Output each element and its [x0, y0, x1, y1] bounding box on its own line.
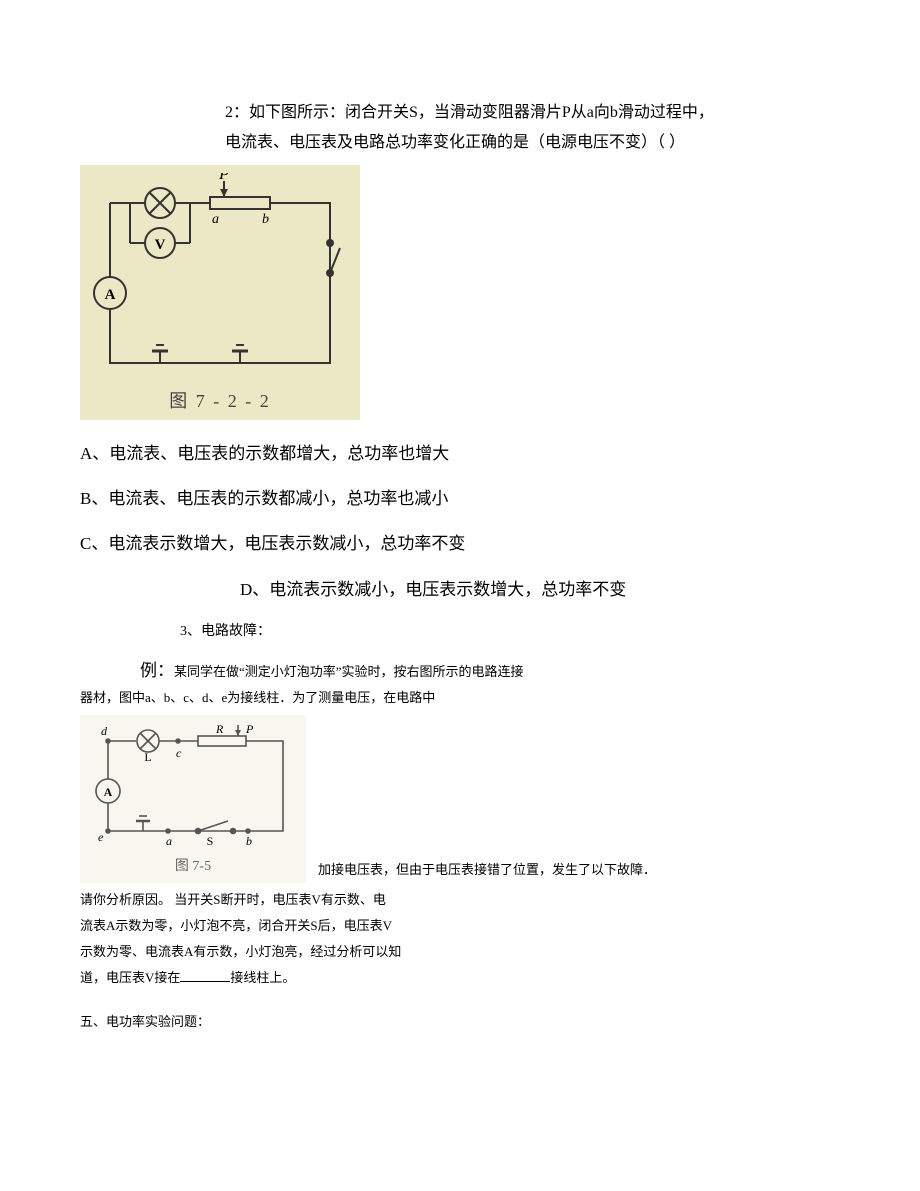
figure-7-5-caption: 图 7-5 [88, 853, 298, 881]
label-P: P [218, 173, 229, 183]
label-V: V [155, 237, 166, 253]
question-3-heading: 3、电路故障： [180, 621, 840, 643]
fill-blank [180, 967, 230, 982]
option-A: A、电流表、电压表的示数都增大，总功率也增大 [80, 440, 840, 467]
example-line1: 某同学在做“测定小灯泡功率”实验时，按右图所示的电路连接 [174, 664, 524, 679]
label-S: S [207, 834, 214, 848]
q3-line-2: 示数为零、电流表A有示数，小灯泡亮，经过分析可以知 [80, 939, 840, 965]
question-3-example: 例：某同学在做“测定小灯泡功率”实验时，按右图所示的电路连接 [140, 657, 840, 685]
label-P2: P [245, 722, 254, 736]
label-R: R [215, 722, 224, 736]
after-figure-text: 加接电压表，但由于电压表接错了位置，发生了以下故障． [318, 857, 656, 883]
figure-7-2-2-caption: 图 7 - 2 - 2 [90, 387, 350, 416]
label-A: A [105, 287, 116, 303]
label-A2: A [104, 785, 113, 799]
q3-line-1: 流表A示数为零，小灯泡不亮，闭合开关S后，电压表V [80, 913, 840, 939]
label-b2: b [246, 834, 252, 848]
label-b: b [262, 212, 269, 227]
label-d: d [101, 724, 108, 738]
question-2-options: A、电流表、电压表的示数都增大，总功率也增大 B、电流表、电压表的示数都减小，总… [80, 440, 840, 603]
q3-line-0: 请你分析原因。 当开关S断开时，电压表V有示数、电 [80, 887, 840, 913]
option-C: C、电流表示数增大，电压表示数减小，总功率不变 [80, 530, 840, 557]
option-D: D、电流表示数减小，电压表示数增大，总功率不变 [80, 576, 840, 603]
section-5-heading: 五、电功率实验问题： [80, 1009, 840, 1035]
example-label: 例： [140, 661, 174, 680]
question-2-stem: 2：如下图所示：闭合开关S，当滑动变阻器滑片P从a向b滑动过程中， 电流表、电压… [225, 100, 840, 155]
label-e: e [98, 830, 104, 844]
question-3-body: 器材，图中a、b、c、d、e为接线柱．为了测量电压，在电路中 [80, 685, 840, 1035]
q2-line2: 电流表、电压表及电路总功率变化正确的是（电源电压不变）（ ） [225, 130, 840, 156]
example-line2: 器材，图中a、b、c、d、e为接线柱．为了测量电压，在电路中 [80, 685, 840, 711]
q3-line-3: 道，电压表V接在接线柱上。 [80, 965, 840, 991]
label-c: c [176, 746, 182, 760]
label-L: L [144, 750, 151, 764]
label-a2: a [166, 834, 172, 848]
label-a: a [212, 212, 219, 227]
q2-line1: 2：如下图所示：闭合开关S，当滑动变阻器滑片P从a向b滑动过程中， [225, 100, 840, 126]
option-B: B、电流表、电压表的示数都减小，总功率也减小 [80, 485, 840, 512]
figure-7-2-2: P a b V A 图 7 - 2 - 2 [80, 165, 360, 420]
figure-7-5: d c e a b L S R P A 图 7-5 [80, 715, 306, 883]
